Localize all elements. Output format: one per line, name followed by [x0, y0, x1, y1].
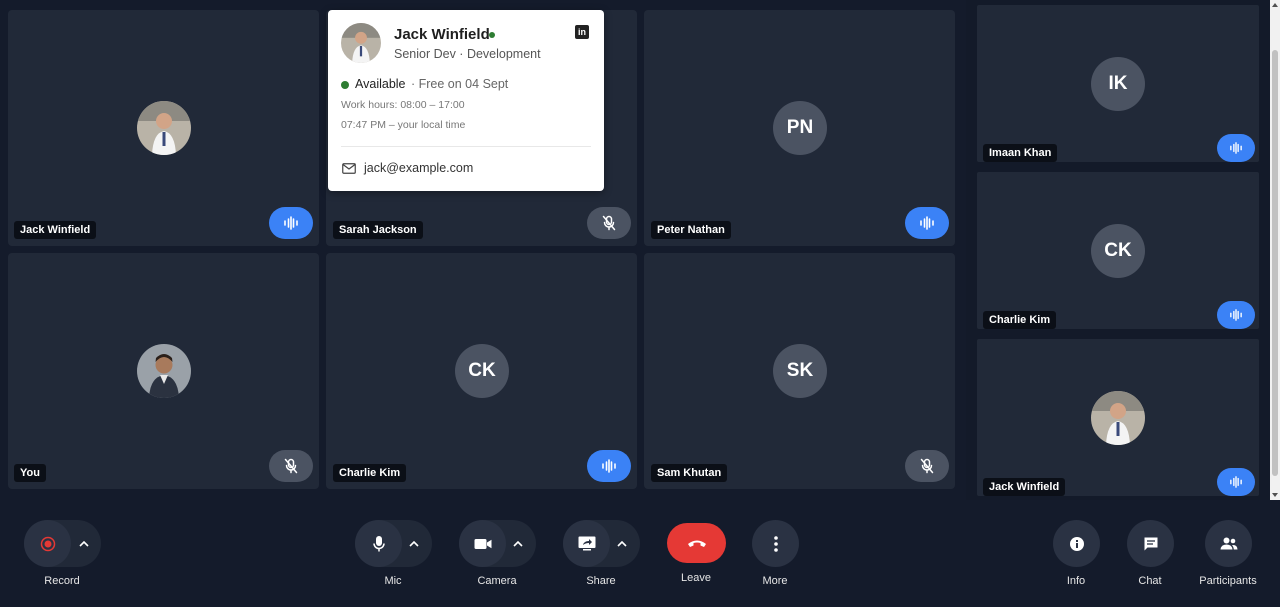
hang-up-icon: [687, 540, 706, 547]
leave-label: Leave: [681, 572, 711, 584]
more-label: More: [762, 575, 788, 587]
participant-tile-jack-winfield[interactable]: Jack Winfield: [8, 10, 319, 246]
audio-wave-icon: [602, 459, 616, 473]
work-hours: Work hours: 08:00 – 17:00: [341, 99, 465, 111]
info-button[interactable]: [1053, 520, 1100, 567]
mic-active-indicator[interactable]: [1217, 301, 1255, 329]
mic-icon: [372, 535, 385, 551]
email-link[interactable]: jack@example.com: [364, 161, 473, 175]
mic-active-indicator[interactable]: [269, 207, 313, 239]
scrollbar-thumb[interactable]: [1272, 50, 1278, 476]
camera-options-chevron-icon[interactable]: [503, 520, 533, 567]
participant-name-tag: Sarah Jackson: [333, 221, 423, 239]
avatar-initials: CK: [455, 344, 509, 398]
popover-avatar: [341, 23, 381, 63]
profile-popover[interactable]: Jack Winfield Senior Dev · Development i…: [328, 10, 604, 191]
participant-name-tag: Imaan Khan: [983, 144, 1058, 162]
avatar-initials: IK: [1091, 57, 1145, 111]
mic-off-icon: [284, 458, 298, 474]
availability-dot: [341, 81, 349, 89]
scroll-down-arrow-icon[interactable]: [1272, 493, 1278, 497]
avatar-photo: [137, 101, 191, 155]
participants-label: Participants: [1199, 575, 1257, 587]
participant-name-tag: Jack Winfield: [983, 478, 1066, 496]
participants-icon: [1220, 537, 1237, 550]
info-icon: [1069, 536, 1084, 551]
online-status-dot: [489, 32, 495, 38]
linkedin-icon[interactable]: in: [575, 25, 589, 39]
side-tile-charlie-kim[interactable]: CK Charlie Kim: [977, 172, 1259, 329]
mic-active-indicator[interactable]: [587, 450, 631, 482]
chat-icon: [1144, 537, 1157, 550]
free-date: · Free on 04 Sept: [411, 77, 509, 91]
share-screen-icon: [578, 536, 595, 551]
availability-status: Available: [355, 77, 406, 91]
mail-icon: [342, 163, 356, 174]
avatar-photo: [1091, 391, 1145, 445]
participant-tile-charlie-kim[interactable]: CK Charlie Kim: [326, 253, 637, 489]
camera-label: Camera: [477, 575, 517, 587]
mic-active-indicator[interactable]: [1217, 468, 1255, 496]
more-vertical-icon: [773, 535, 778, 552]
scroll-up-arrow-icon[interactable]: [1272, 3, 1278, 7]
record-options-chevron-icon[interactable]: [69, 520, 99, 567]
participant-name-tag: Peter Nathan: [651, 221, 731, 239]
side-panel-scrollbar[interactable]: [1270, 0, 1280, 500]
share-screen-button[interactable]: [563, 520, 610, 567]
mic-muted-indicator[interactable]: [269, 450, 313, 482]
record-icon: [40, 536, 55, 551]
audio-wave-icon: [1230, 142, 1242, 154]
avatar-initials: PN: [773, 101, 827, 155]
leave-button[interactable]: [667, 523, 726, 563]
participant-tile-sam-khutan[interactable]: SK Sam Khutan: [644, 253, 955, 489]
participant-name-tag: You: [14, 464, 46, 482]
audio-wave-icon: [1230, 309, 1242, 321]
mic-off-icon: [602, 215, 616, 231]
avatar-initials: CK: [1091, 224, 1145, 278]
avatar-photo: [137, 344, 191, 398]
participants-button[interactable]: [1205, 520, 1252, 567]
side-tile-jack-winfield[interactable]: Jack Winfield: [977, 339, 1259, 496]
mic-label: Mic: [384, 575, 402, 587]
participant-tile-peter-nathan[interactable]: PN Peter Nathan: [644, 10, 955, 246]
audio-wave-icon: [284, 216, 298, 230]
camera-button[interactable]: [459, 520, 506, 567]
more-button[interactable]: [752, 520, 799, 567]
mic-active-indicator[interactable]: [905, 207, 949, 239]
divider: [341, 146, 591, 147]
side-tile-imaan-khan[interactable]: IK Imaan Khan: [977, 5, 1259, 162]
popover-role: Senior Dev · Development: [394, 47, 541, 61]
record-button[interactable]: [24, 520, 71, 567]
popover-name: Jack Winfield: [394, 26, 490, 43]
record-label: Record: [44, 575, 80, 587]
participant-tile-you[interactable]: You: [8, 253, 319, 489]
share-label: Share: [586, 575, 616, 587]
mic-button[interactable]: [355, 520, 402, 567]
participant-name-tag: Charlie Kim: [983, 311, 1057, 329]
mic-muted-indicator[interactable]: [905, 450, 949, 482]
participant-name-tag: Jack Winfield: [14, 221, 97, 239]
camera-icon: [474, 538, 491, 549]
chat-label: Chat: [1138, 575, 1162, 587]
avatar-initials: SK: [773, 344, 827, 398]
mic-muted-indicator[interactable]: [587, 207, 631, 239]
share-options-chevron-icon[interactable]: [607, 520, 637, 567]
participant-name-tag: Sam Khutan: [651, 464, 728, 482]
audio-wave-icon: [920, 216, 934, 230]
mic-off-icon: [920, 458, 934, 474]
mic-options-chevron-icon[interactable]: [399, 520, 429, 567]
local-time: 07:47 PM – your local time: [341, 119, 466, 131]
audio-wave-icon: [1230, 476, 1242, 488]
chat-button[interactable]: [1127, 520, 1174, 567]
mic-active-indicator[interactable]: [1217, 134, 1255, 162]
participant-name-tag: Charlie Kim: [333, 464, 407, 482]
